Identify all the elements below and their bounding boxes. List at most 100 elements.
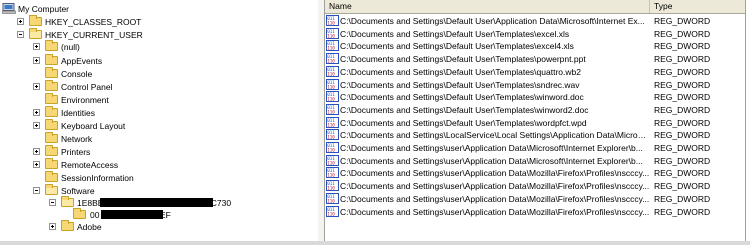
tree-item-remoteaccess[interactable]: RemoteAccess	[0, 158, 200, 171]
list-item[interactable]: 011 110 C:\Documents and Settings\user\App…	[325, 192, 745, 205]
value-type: REG_DWORD	[654, 181, 711, 192]
tree-item-environment[interactable]: Environment	[0, 93, 200, 106]
tree-item-redacted-guid-key[interactable]: 1E8BB 2C730	[0, 196, 250, 209]
value-type: REG_DWORD	[654, 54, 711, 65]
redaction-bar	[101, 210, 163, 219]
reg-binary-value-icon: 011110	[326, 27, 339, 39]
expand-plus-icon[interactable]	[33, 161, 40, 168]
expand-plus-icon[interactable]	[33, 148, 40, 155]
value-type: REG_DWORD	[654, 104, 711, 115]
tree-item-label: Identities	[61, 108, 96, 118]
reg-binary-value-icon: 011110	[326, 40, 339, 52]
column-header-type[interactable]: Type	[650, 0, 745, 13]
tree-item-label-start: 00	[90, 210, 100, 220]
tree-item-identities[interactable]: Identities	[0, 106, 200, 119]
tree-item-label: Control Panel	[61, 82, 113, 92]
svg-text:110: 110	[327, 71, 335, 76]
list-item[interactable]: 011 110 C:\Documents and Settings\Default …	[325, 53, 745, 65]
pane-splitter[interactable]	[318, 0, 325, 241]
list-item[interactable]: 011 110 C:\Documents and Settings\Default …	[325, 40, 745, 52]
tree-item-sessioninformation[interactable]: SessionInformation	[0, 171, 200, 184]
value-name: C:\Documents and Settings\Default User\T…	[340, 117, 587, 128]
folder-icon	[45, 132, 58, 143]
registry-key-tree[interactable]: My Computer HKEY_CLASSES_ROOT HKEY_CURRE…	[0, 0, 319, 241]
open-folder-icon	[29, 28, 42, 39]
list-item[interactable]: 011 110 C:\Documents and Settings\Default …	[325, 65, 745, 78]
open-folder-icon	[45, 184, 58, 195]
tree-item-hkey-current-user[interactable]: HKEY_CURRENT_USER	[0, 28, 200, 41]
expand-plus-icon[interactable]	[33, 109, 40, 116]
tree-item-label: RemoteAccess	[61, 160, 119, 170]
tree-item-label: SessionInformation	[61, 173, 134, 183]
value-type: REG_DWORD	[654, 28, 711, 39]
expand-plus-icon[interactable]	[17, 18, 24, 25]
value-name: C:\Documents and Settings\Default User\T…	[340, 66, 581, 77]
tree-item-adobe[interactable]: Adobe	[0, 220, 200, 233]
tree-item-label: Keyboard Layout	[61, 121, 126, 131]
expand-plus-icon[interactable]	[33, 83, 40, 90]
expand-plus-icon[interactable]	[33, 57, 40, 64]
collapse-minus-icon[interactable]	[49, 199, 56, 206]
svg-text:110: 110	[327, 198, 335, 203]
expand-plus-icon[interactable]	[33, 122, 40, 129]
value-type: REG_DWORD	[654, 92, 711, 103]
tree-item-hkey-classes-root[interactable]: HKEY_CLASSES_ROOT	[0, 15, 200, 28]
folder-icon	[45, 145, 58, 156]
list-item[interactable]: 011 110 C:\Documents and Settings\LocalSer…	[325, 129, 745, 141]
tree-item-label: Network	[61, 134, 93, 144]
list-item[interactable]: 011 110 C:\Documents and Settings\Default …	[325, 103, 745, 116]
tree-item-label: HKEY_CURRENT_USER	[45, 30, 143, 40]
list-item[interactable]: 011 110 C:\Documents and Settings\Default …	[325, 27, 745, 40]
list-item[interactable]: 011 110 C:\Documents and Settings\Default …	[325, 116, 745, 129]
reg-binary-value-icon: 011110	[326, 91, 339, 103]
tree-item-label: HKEY_CLASSES_ROOT	[45, 17, 142, 27]
value-name: C:\Documents and Settings\Default User\T…	[340, 104, 589, 115]
collapse-minus-icon[interactable]	[33, 187, 40, 194]
value-name: C:\Documents and Settings\Default User\T…	[340, 79, 580, 90]
value-name: C:\Documents and Settings\user\Applicati…	[340, 155, 643, 166]
value-name: C:\Documents and Settings\user\Applicati…	[340, 181, 650, 192]
column-header-name[interactable]: Name	[325, 0, 650, 13]
list-item[interactable]: 011 110 C:\Documents and Settings\user\App…	[325, 167, 745, 179]
value-name: C:\Documents and Settings\Default User\T…	[340, 28, 570, 39]
expand-plus-icon[interactable]	[33, 43, 40, 50]
value-type: REG_DWORD	[654, 41, 711, 52]
svg-text:110: 110	[327, 109, 335, 114]
svg-text:110: 110	[327, 46, 335, 51]
tree-item-appevents[interactable]: AppEvents	[0, 54, 200, 67]
reg-binary-value-icon: 011110	[326, 15, 339, 26]
tree-item-label: (null)	[61, 42, 80, 52]
tree-item-printers[interactable]: Printers	[0, 145, 200, 158]
reg-binary-value-icon: 011110	[326, 53, 339, 65]
value-name: C:\Documents and Settings\user\Applicati…	[340, 206, 650, 217]
reg-binary-value-icon: 011110	[326, 192, 339, 204]
value-name: C:\Documents and Settings\user\Applicati…	[340, 193, 650, 204]
collapse-minus-icon[interactable]	[17, 31, 24, 38]
value-name: C:\Documents and Settings\Default User\T…	[340, 54, 586, 65]
list-header: Name Type	[325, 0, 745, 14]
value-name: C:\Documents and Settings\user\Applicati…	[340, 143, 643, 153]
redaction-bar	[100, 198, 213, 207]
tree-item-network[interactable]: Network	[0, 132, 200, 145]
list-item[interactable]: 011 110 C:\Documents and Settings\Default …	[325, 15, 745, 27]
tree-item-label: AppEvents	[61, 56, 103, 66]
tree-item-label: Console	[61, 69, 93, 79]
list-item[interactable]: 011 110 C:\Documents and Settings\user\App…	[325, 154, 745, 167]
list-item[interactable]: 011 110 C:\Documents and Settings\user\App…	[325, 205, 745, 218]
tree-item-keyboard-layout[interactable]: Keyboard Layout	[0, 119, 200, 132]
list-item[interactable]: 011 110 C:\Documents and Settings\Default …	[325, 78, 745, 91]
folder-icon	[45, 80, 58, 91]
tree-item-control-panel[interactable]: Control Panel	[0, 80, 200, 93]
reg-binary-value-icon: 011110	[326, 205, 339, 217]
svg-text:110: 110	[327, 148, 335, 153]
tree-item-null[interactable]: (null)	[0, 40, 200, 53]
tree-item-console[interactable]: Console	[0, 67, 200, 80]
list-item[interactable]: 011 110 C:\Documents and Settings\user\App…	[325, 180, 745, 192]
svg-text:110: 110	[327, 211, 335, 216]
tree-item-redacted-subkey[interactable]: 00 EF	[0, 208, 250, 221]
list-item[interactable]: 011 110 C:\Documents and Settings\Default …	[325, 91, 745, 103]
expand-plus-icon[interactable]	[49, 223, 56, 230]
registry-values-list[interactable]: Name Type 011 110 C:\Documents and Setting…	[325, 0, 746, 241]
tree-item-software[interactable]: Software	[0, 184, 200, 197]
list-item[interactable]: 011 110 C:\Documents and Settings\user\App…	[325, 142, 745, 154]
